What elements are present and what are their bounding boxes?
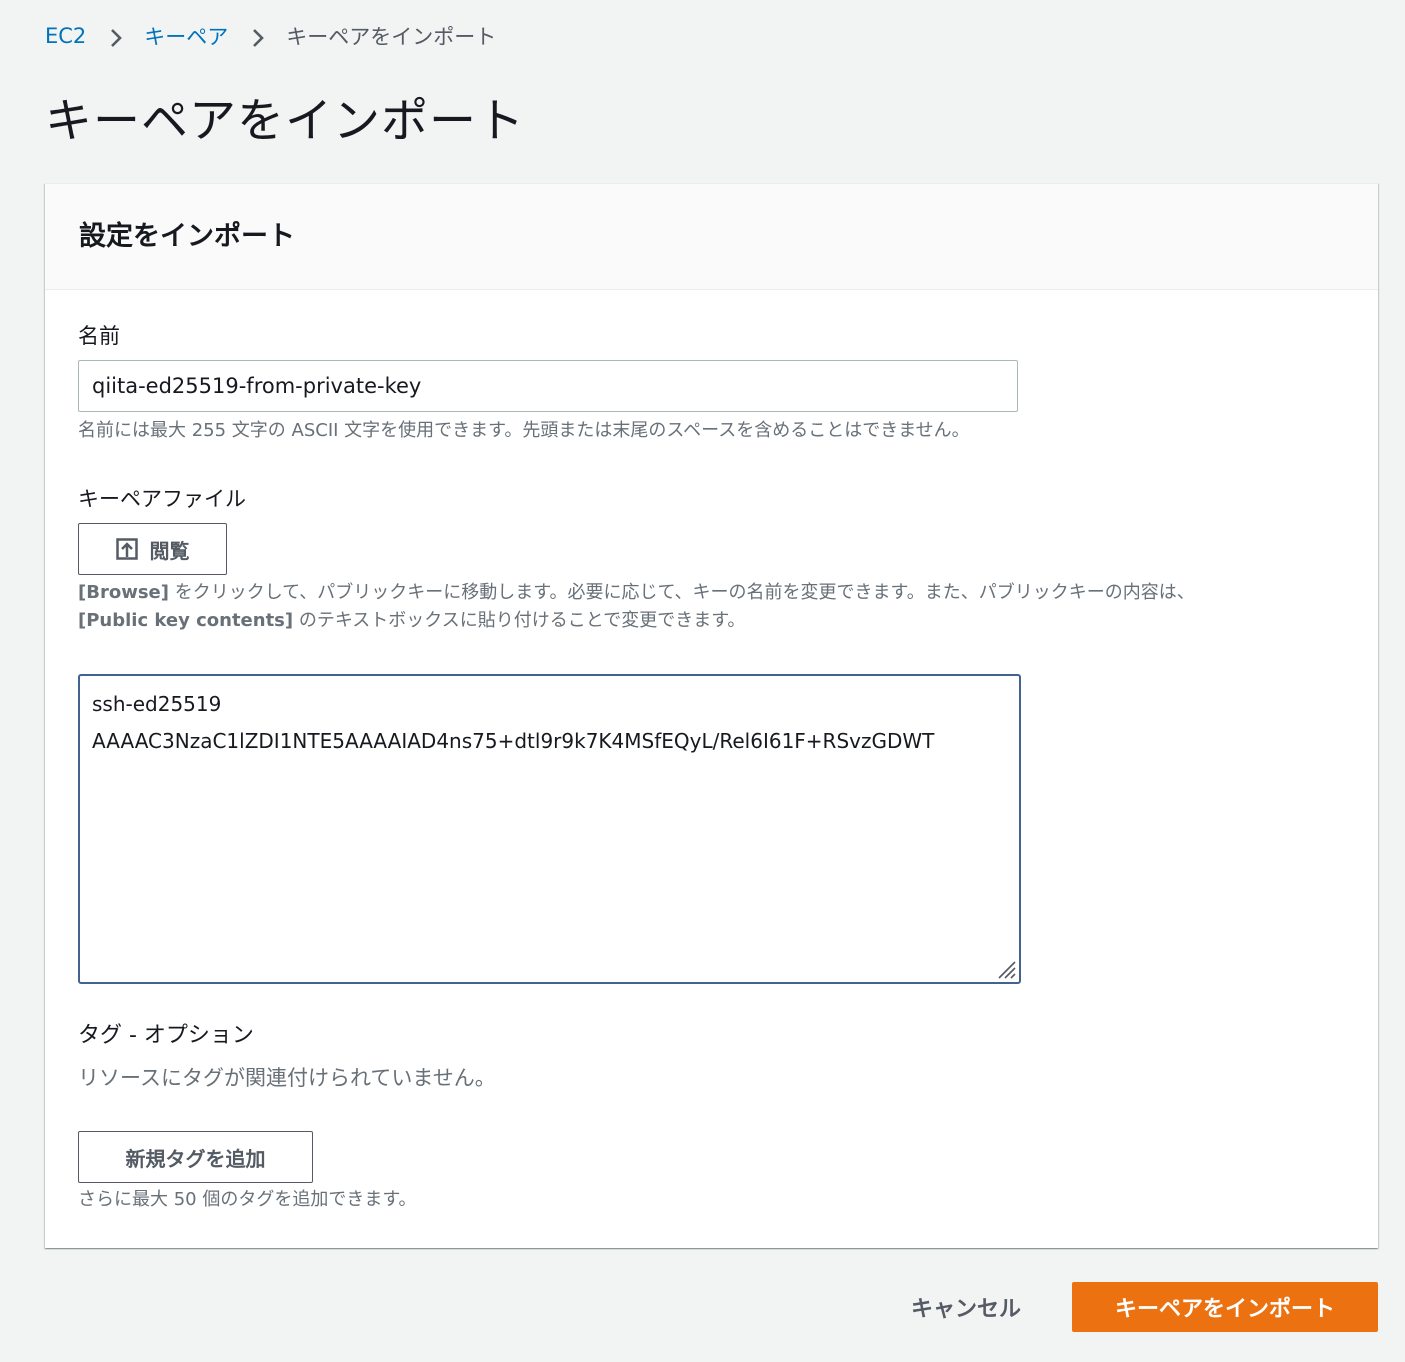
chevron-right-icon bbox=[250, 28, 266, 47]
public-key-contents-textarea[interactable]: ssh-ed25519 AAAAC3NzaC1lZDI1NTE5AAAAIAD4… bbox=[78, 674, 1021, 984]
breadcrumb-item-current: キーペアをインポート bbox=[286, 25, 497, 49]
browse-button[interactable]: 閲覧 bbox=[78, 523, 227, 575]
breadcrumb-item-keypairs[interactable]: キーペア bbox=[144, 21, 228, 51]
cancel-button[interactable]: キャンセル bbox=[886, 1284, 1046, 1330]
key-file-label: キーペアファイル bbox=[78, 487, 246, 511]
breadcrumb-item-ec2[interactable]: EC2 bbox=[45, 24, 86, 48]
page-title: キーペアをインポート bbox=[45, 94, 525, 149]
tags-title: タグ - オプション bbox=[78, 1023, 254, 1048]
add-tag-button[interactable]: 新規タグを追加 bbox=[78, 1131, 313, 1183]
name-hint: 名前には最大 255 文字の ASCII 文字を使用できます。先頭または末尾のス… bbox=[78, 420, 970, 441]
import-key-pair-button[interactable]: キーペアをインポート bbox=[1072, 1282, 1378, 1332]
name-label: 名前 bbox=[78, 324, 120, 348]
panel-header: 設定をインポート bbox=[45, 184, 1378, 290]
chevron-right-icon bbox=[108, 28, 124, 47]
key-file-hint-line1: [Browse] をクリックして、パブリックキーに移動します。必要に応じて、キー… bbox=[78, 579, 1338, 607]
resize-grip-icon[interactable] bbox=[997, 960, 1017, 980]
panel-title: 設定をインポート bbox=[79, 221, 295, 252]
public-key-contents-ref: [Public key contents] bbox=[78, 610, 294, 631]
key-file-hint-line2: [Public key contents] のテキストボックスに貼り付けることで… bbox=[78, 607, 1338, 635]
browse-ref: [Browse] bbox=[78, 582, 169, 603]
key-file-hint-text2: のテキストボックスに貼り付けることで変更できます。 bbox=[293, 610, 746, 631]
browse-label: 閲覧 bbox=[149, 538, 190, 563]
import-settings-panel: 設定をインポート 名前 名前には最大 255 文字の ASCII 文字を使用でき… bbox=[45, 183, 1378, 1248]
key-file-hint: [Browse] をクリックして、パブリックキーに移動します。必要に応じて、キー… bbox=[78, 579, 1338, 635]
breadcrumb: EC2 キーペア キーペアをインポート bbox=[45, 20, 496, 52]
upload-icon bbox=[115, 538, 138, 560]
name-input[interactable] bbox=[78, 360, 1018, 412]
tags-hint: さらに最大 50 個のタグを追加できます。 bbox=[78, 1189, 417, 1210]
tags-empty-text: リソースにタグが関連付けられていません。 bbox=[78, 1066, 496, 1090]
key-file-hint-text1: をクリックして、パブリックキーに移動します。必要に応じて、キーの名前を変更できま… bbox=[168, 582, 1195, 603]
